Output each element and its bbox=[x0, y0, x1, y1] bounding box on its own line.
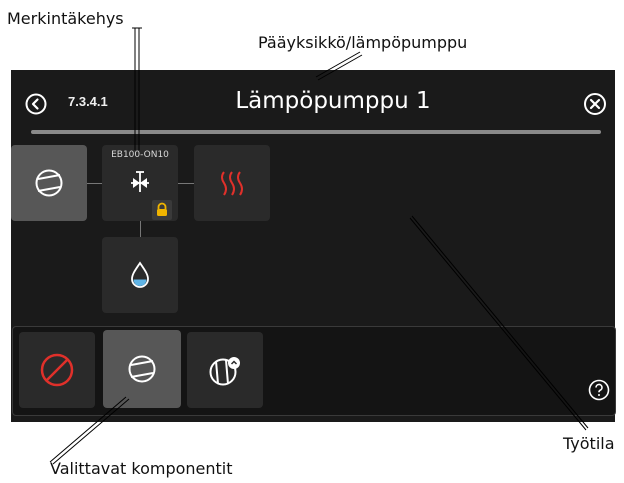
heat-icon bbox=[221, 171, 243, 196]
title-underline bbox=[31, 130, 601, 134]
water-drop-icon bbox=[131, 261, 149, 288]
connector-h-left bbox=[86, 183, 102, 184]
help-icon[interactable] bbox=[588, 379, 610, 401]
blocked-icon bbox=[40, 353, 74, 387]
callout-valittavat: Valittavat komponentit bbox=[50, 459, 233, 478]
compressor-icon bbox=[128, 355, 156, 383]
back-icon[interactable] bbox=[25, 93, 47, 115]
compressor-icon bbox=[35, 169, 63, 197]
tile-expansion-valve[interactable]: EB100-ON10 bbox=[102, 145, 178, 221]
tile-water[interactable] bbox=[102, 237, 178, 313]
tile-heating[interactable] bbox=[194, 145, 270, 221]
tile-compressor[interactable] bbox=[11, 145, 87, 221]
callout-tyotila: Työtila bbox=[563, 434, 615, 453]
tile-blocked[interactable] bbox=[19, 332, 95, 408]
selectable-components-panel bbox=[12, 326, 616, 416]
page-title: Lämpöpumppu 1 bbox=[235, 88, 431, 114]
connector-h-right bbox=[178, 183, 194, 184]
tile-compressor-gauge[interactable] bbox=[187, 332, 263, 408]
tile-compressor-select[interactable] bbox=[103, 330, 181, 408]
close-icon[interactable] bbox=[583, 92, 607, 116]
compressor-gauge-icon bbox=[209, 357, 240, 386]
lock-icon bbox=[152, 200, 172, 220]
connector-v bbox=[140, 221, 141, 237]
callout-merkintakehys: Merkintäkehys bbox=[7, 9, 124, 28]
device-screen: 7.3.4.1 Lämpöpumppu 1 EB100-ON10 bbox=[11, 70, 616, 422]
menu-number: 7.3.4.1 bbox=[68, 94, 108, 109]
callout-paayksikko: Pääyksikkö/lämpöpumppu bbox=[258, 33, 468, 52]
